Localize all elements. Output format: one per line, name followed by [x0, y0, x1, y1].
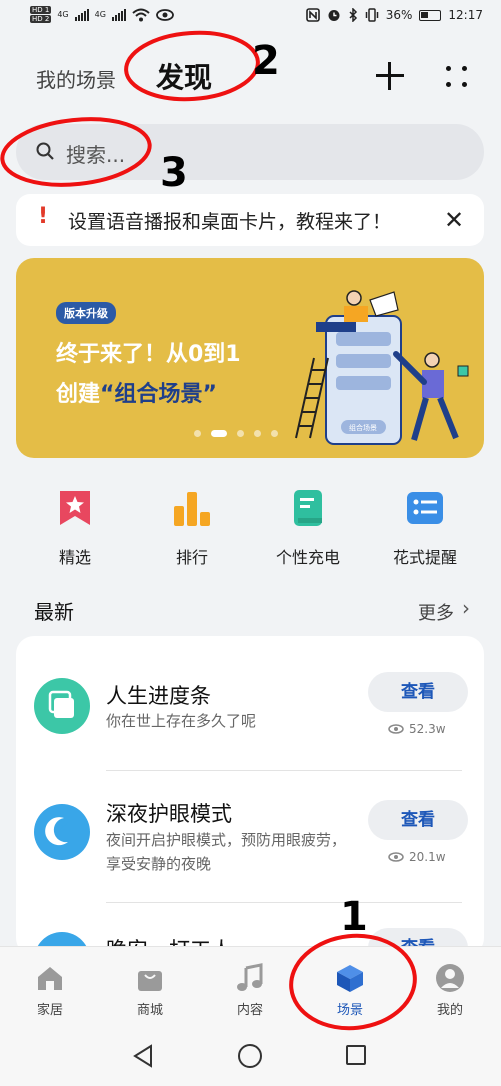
nav-label: 场景 — [336, 1003, 363, 1018]
category-label: 个性充电 — [275, 548, 340, 567]
signal-icon — [74, 8, 89, 21]
eye-icon — [156, 8, 174, 21]
book-icon — [288, 488, 328, 528]
banner-illustration: 组合场景 — [295, 290, 469, 445]
cards-icon — [34, 678, 90, 734]
clock: 12:17 — [448, 8, 483, 22]
bookmark-star-icon — [55, 488, 95, 528]
annotation-number: 2 — [252, 38, 280, 84]
view-button[interactable]: 查看 — [368, 800, 468, 840]
nav-label: 内容 — [236, 1003, 263, 1018]
promo-banner[interactable]: 版本升级 终于来了！从0到1 创建“组合场景” 组合场景 — [16, 258, 484, 458]
home-icon — [35, 963, 65, 993]
vibrate-icon — [365, 8, 378, 22]
tab-my-scene[interactable]: 我的场景 — [36, 64, 116, 93]
search-placeholder: 搜索... — [66, 143, 126, 167]
hd2-badge: HD 2 — [30, 15, 52, 23]
network-type-2: 4G — [94, 10, 106, 19]
more-link[interactable]: 更多 — [418, 599, 454, 625]
status-right: 36% 12:17 — [305, 8, 483, 22]
eye-icon — [388, 852, 404, 862]
cube-icon — [335, 963, 365, 993]
carousel-dot — [271, 430, 278, 437]
list-item-subtitle: 夜间开启护眼模式，预防用眼疲劳，享受安静的夜晚 — [106, 831, 347, 873]
back-icon[interactable] — [132, 1044, 154, 1068]
profile-icon — [435, 963, 465, 993]
wifi-icon — [132, 8, 150, 21]
list-item-subtitle: 你在世上存在多久了呢 — [106, 712, 257, 730]
search-bar[interactable]: 搜索... — [16, 124, 484, 180]
svg-text:z: z — [65, 820, 69, 828]
bluetooth-icon — [349, 8, 357, 22]
carousel-dot — [254, 430, 261, 437]
add-button[interactable] — [372, 58, 408, 94]
divider — [106, 902, 462, 903]
nav-profile[interactable]: 我的 — [400, 963, 500, 1018]
latest-list-card: 人生进度条 你在世上存在多久了呢 查看 52.3w zz 深夜护眼模式 夜间开启… — [16, 636, 484, 956]
bar-chart-icon — [172, 488, 212, 528]
battery-percent: 36% — [385, 8, 413, 22]
nav-label: 家居 — [36, 1003, 63, 1018]
banner-mini-button: 组合场景 — [349, 423, 377, 432]
signal-icon-2 — [111, 8, 126, 21]
category-fancy-reminder[interactable]: 花式提醒 — [375, 488, 475, 568]
category-label: 花式提醒 — [392, 548, 457, 567]
category-featured[interactable]: 精选 — [25, 488, 125, 568]
system-navigation-bar — [0, 1024, 501, 1086]
banner-subheadline: 创建“组合场景” — [56, 376, 217, 408]
banner-badge: 版本升级 — [56, 302, 116, 324]
view-count-value: 20.1w — [409, 850, 446, 864]
close-icon[interactable]: ✕ — [444, 206, 464, 234]
battery-icon — [419, 9, 442, 21]
view-button[interactable]: 查看 — [368, 672, 468, 712]
carousel-dot — [237, 430, 244, 437]
home-button[interactable] — [238, 1044, 262, 1068]
banner-line2-prefix: 创建 — [56, 382, 101, 407]
bottom-navigation: 家居 商城 内容 场景 我的 — [0, 946, 501, 1024]
alarm-icon — [328, 10, 340, 21]
network-type-1: 4G — [57, 10, 69, 19]
moon-sleep-icon: zz — [34, 804, 90, 860]
view-count: 20.1w — [388, 850, 446, 864]
list-item-title: 深夜护眼模式 — [106, 802, 232, 826]
divider — [106, 770, 462, 771]
status-left: HD 1 HD 2 4G 4G — [30, 6, 174, 23]
exclamation-icon: ! — [38, 204, 49, 229]
carousel-indicator — [194, 430, 278, 437]
nav-label: 商城 — [136, 1003, 163, 1018]
carousel-dot — [194, 430, 201, 437]
notice-banner[interactable]: ! 设置语音播报和桌面卡片，教程来了！ ✕ — [16, 194, 484, 246]
view-count-value: 52.3w — [409, 722, 446, 736]
nav-content[interactable]: 内容 — [200, 963, 300, 1018]
category-label: 精选 — [58, 548, 91, 567]
tab-discover[interactable]: 发现 — [156, 56, 212, 96]
section-title-latest: 最新 — [34, 600, 74, 624]
category-personal-charging[interactable]: 个性充电 — [258, 488, 358, 568]
category-ranking[interactable]: 排行 — [142, 488, 242, 568]
carousel-dot-active — [211, 430, 227, 437]
eye-icon — [388, 724, 404, 734]
nav-label: 我的 — [436, 1003, 463, 1018]
view-count: 52.3w — [388, 722, 446, 736]
music-note-icon — [235, 963, 265, 993]
banner-headline: 终于来了！从0到1 — [56, 342, 241, 367]
shopping-bag-icon — [135, 963, 165, 993]
search-icon — [36, 142, 54, 160]
list-item-title: 人生进度条 — [106, 684, 211, 708]
nfc-icon — [305, 8, 320, 22]
nav-scene[interactable]: 场景 — [300, 963, 400, 1018]
recent-apps-button[interactable] — [346, 1045, 366, 1065]
status-bar: HD 1 HD 2 4G 4G 36% 12:17 — [0, 0, 501, 34]
more-options-button[interactable] — [440, 60, 474, 94]
list-icon — [405, 488, 445, 528]
nav-home[interactable]: 家居 — [0, 963, 100, 1018]
notice-text: 设置语音播报和桌面卡片，教程来了！ — [68, 211, 392, 233]
hd1-badge: HD 1 — [30, 6, 52, 14]
category-label: 排行 — [175, 548, 208, 567]
banner-line2-highlight: “组合场景” — [100, 382, 217, 407]
chevron-right-icon[interactable]: › — [462, 596, 470, 620]
nav-store[interactable]: 商城 — [100, 963, 200, 1018]
